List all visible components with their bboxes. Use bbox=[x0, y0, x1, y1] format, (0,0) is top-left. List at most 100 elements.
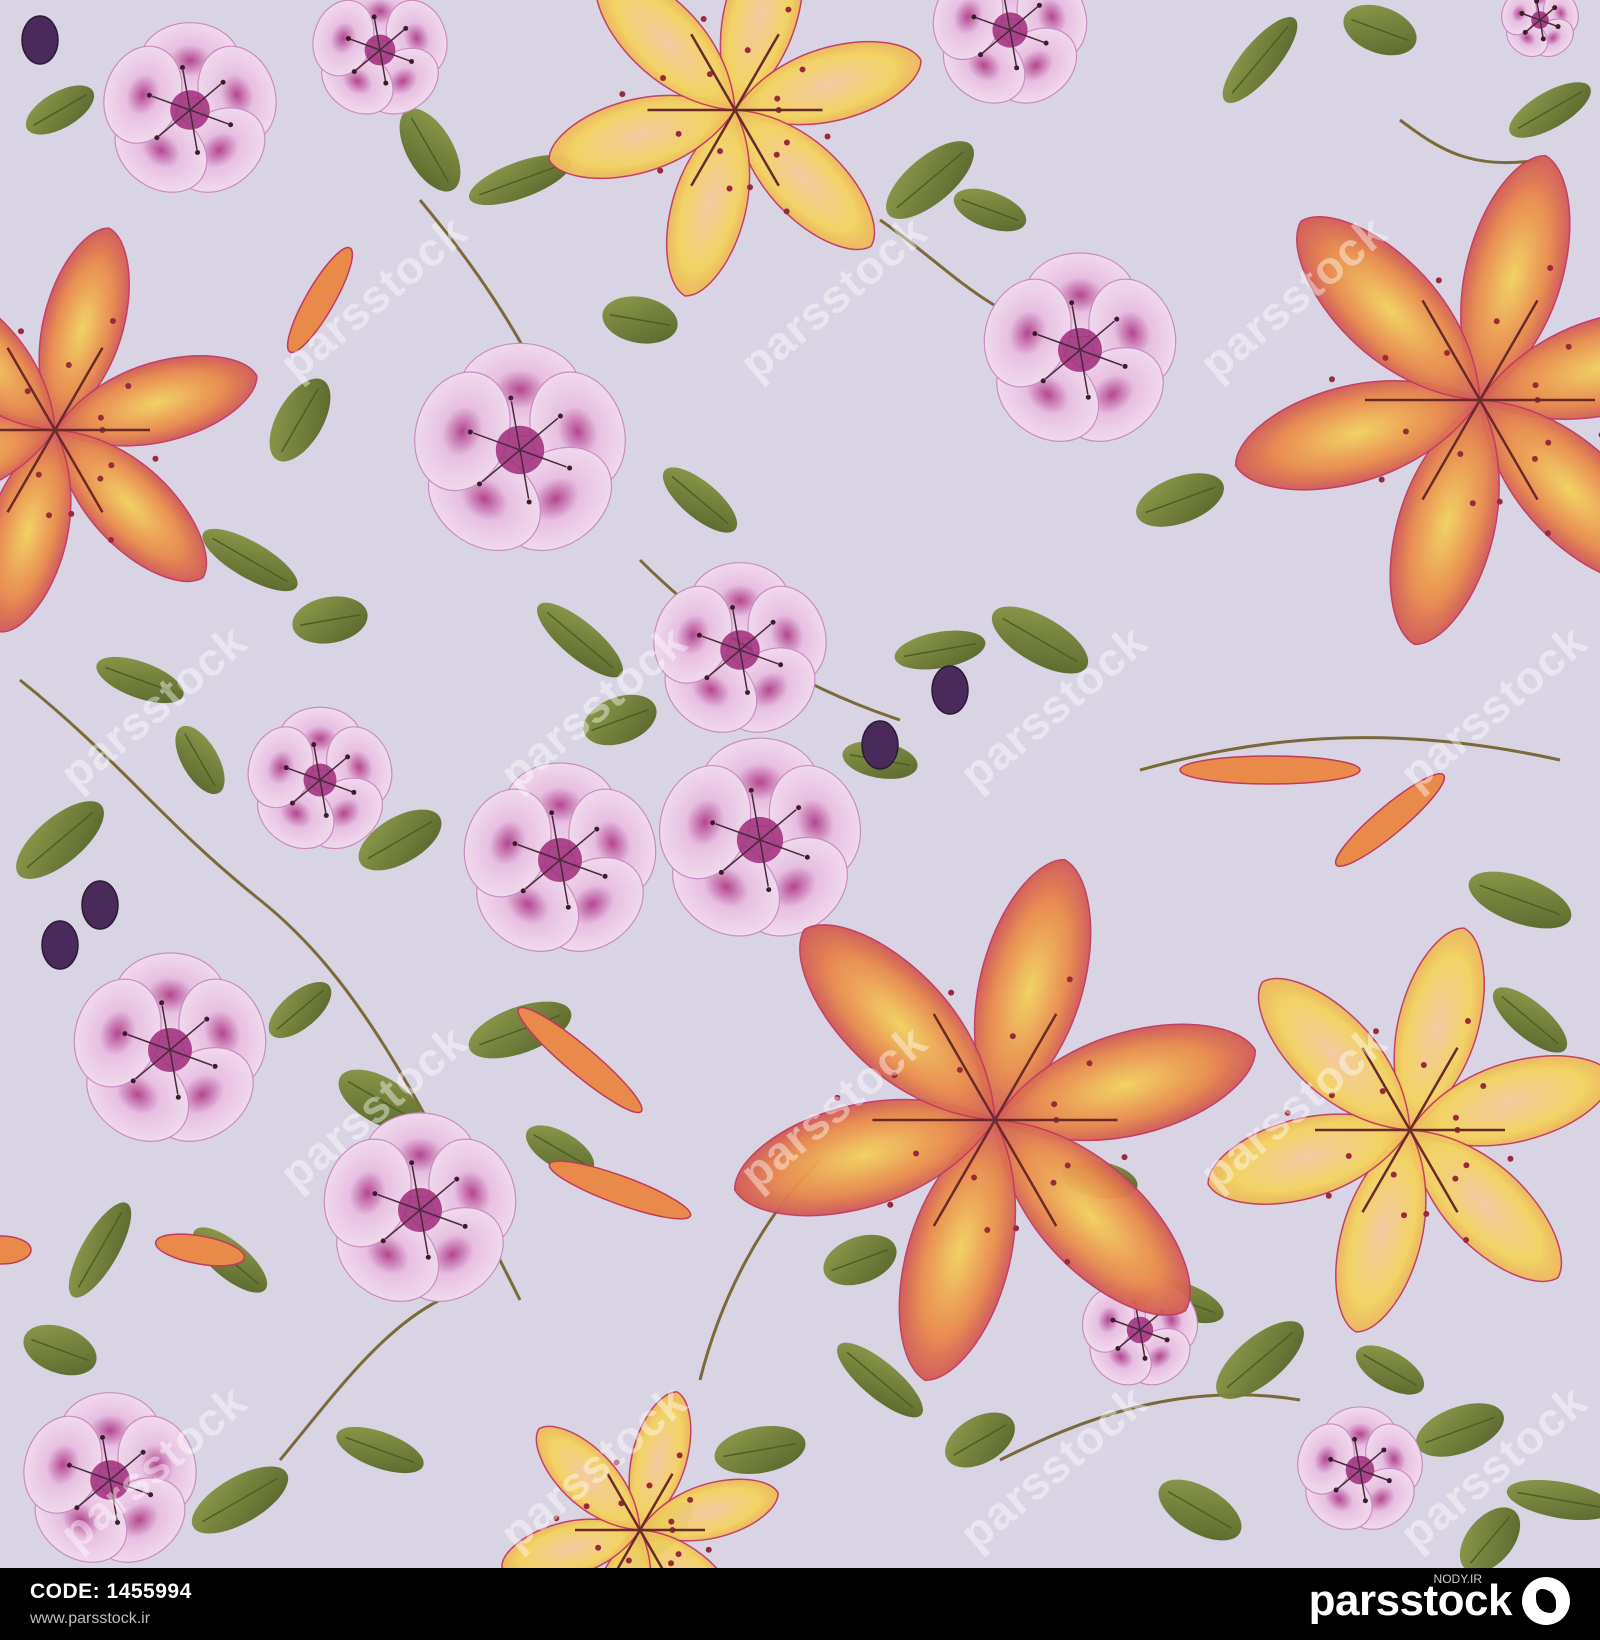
lily-spot bbox=[705, 1546, 712, 1553]
anther bbox=[1032, 331, 1038, 337]
lily-spot bbox=[1547, 264, 1554, 271]
lily-spot bbox=[747, 184, 754, 191]
anther bbox=[729, 604, 735, 610]
lily-spot bbox=[1469, 500, 1476, 507]
site-url: www.parsstock.ir bbox=[30, 1610, 151, 1627]
anther bbox=[311, 742, 317, 748]
anther bbox=[99, 1434, 105, 1440]
lily-spot bbox=[773, 151, 780, 158]
footer-info: CODE: 1455994 www.parsstock.ir bbox=[30, 1580, 192, 1628]
pink-flower bbox=[1501, 0, 1579, 58]
anther bbox=[345, 36, 351, 42]
anther bbox=[710, 820, 716, 826]
lily-spot bbox=[891, 1072, 898, 1079]
anther bbox=[778, 662, 784, 668]
lily-spot bbox=[700, 15, 707, 22]
pink-flower bbox=[983, 252, 1177, 442]
anther bbox=[146, 92, 152, 98]
anther bbox=[1362, 1498, 1368, 1504]
lily-spot bbox=[1493, 318, 1500, 325]
lily-spot bbox=[46, 512, 53, 519]
anther bbox=[557, 413, 563, 419]
lily-spot bbox=[1382, 354, 1389, 361]
anther bbox=[148, 1492, 154, 1498]
lily-spot bbox=[1423, 1210, 1430, 1217]
anther bbox=[477, 481, 483, 487]
purple-bud bbox=[21, 15, 59, 65]
lily-spot bbox=[1435, 277, 1442, 284]
anther bbox=[351, 69, 357, 75]
anther bbox=[372, 1191, 378, 1197]
pink-flower bbox=[414, 342, 626, 552]
anther bbox=[179, 64, 185, 70]
anther bbox=[971, 14, 977, 20]
anther bbox=[228, 122, 234, 128]
lily-spot bbox=[668, 1518, 675, 1525]
anther bbox=[289, 800, 295, 806]
floral-pattern-svg bbox=[0, 0, 1600, 1568]
leaf bbox=[1343, 4, 1417, 56]
anther bbox=[130, 1078, 136, 1084]
purple-bud bbox=[861, 720, 899, 770]
anther bbox=[403, 25, 409, 31]
lily-spot bbox=[583, 1503, 590, 1510]
brand-mark-icon bbox=[1522, 1577, 1570, 1625]
anther bbox=[454, 1176, 460, 1182]
lily-spot bbox=[1390, 1171, 1397, 1178]
lily-spot bbox=[1284, 1109, 1291, 1116]
anther bbox=[1519, 10, 1525, 16]
lily-flower bbox=[548, 0, 922, 297]
lily-spot bbox=[24, 388, 31, 395]
lily-spot bbox=[783, 208, 790, 215]
lily-spot bbox=[948, 989, 955, 996]
anther bbox=[1043, 40, 1049, 46]
lily-spot bbox=[1379, 1088, 1386, 1095]
pink-flower bbox=[23, 1392, 197, 1563]
lily-spot bbox=[1544, 530, 1551, 537]
anther bbox=[1110, 1317, 1116, 1323]
lily-spot bbox=[1531, 455, 1538, 462]
anther bbox=[380, 1238, 386, 1244]
lily-spot bbox=[595, 1544, 602, 1551]
anther bbox=[1069, 300, 1075, 306]
lily-spot bbox=[65, 361, 72, 368]
brand-logo: parsstock bbox=[1309, 1576, 1570, 1626]
lily-spot bbox=[1452, 1175, 1459, 1182]
anther bbox=[1085, 394, 1091, 400]
anther bbox=[383, 80, 389, 86]
lily-spot bbox=[1496, 498, 1503, 505]
anther bbox=[602, 873, 608, 879]
lily-spot bbox=[717, 148, 724, 155]
stem bbox=[999, 1393, 1301, 1462]
anther bbox=[512, 841, 518, 847]
lily-bud bbox=[286, 246, 354, 354]
lily-spot bbox=[726, 185, 733, 192]
lily-spot bbox=[1402, 428, 1409, 435]
anther bbox=[748, 787, 754, 793]
code-value: 1455994 bbox=[106, 1580, 192, 1603]
anther bbox=[718, 869, 724, 875]
lily-spot bbox=[1345, 1152, 1352, 1159]
footer-bar: CODE: 1455994 www.parsstock.ir NODY.IR p… bbox=[0, 1568, 1600, 1640]
lily-spot bbox=[774, 95, 781, 102]
lily-spot bbox=[553, 1515, 560, 1522]
lily-bud bbox=[1334, 772, 1446, 868]
anther bbox=[462, 1223, 468, 1229]
anther bbox=[508, 395, 514, 401]
lily-bud bbox=[517, 1006, 643, 1114]
anther bbox=[154, 135, 160, 141]
anther bbox=[1522, 29, 1528, 35]
leaf bbox=[1459, 1507, 1521, 1568]
lily-spot bbox=[97, 475, 104, 482]
lily-spot bbox=[1401, 1212, 1408, 1219]
lily-spot bbox=[1121, 1154, 1128, 1161]
lily-spot bbox=[785, 6, 792, 13]
lily-spot bbox=[676, 1452, 683, 1459]
anther bbox=[1114, 316, 1120, 322]
anther bbox=[704, 675, 710, 681]
image-code: CODE: 1455994 bbox=[30, 1580, 192, 1604]
lily-bud bbox=[548, 1160, 692, 1220]
anther bbox=[1115, 1346, 1121, 1352]
anther bbox=[804, 854, 810, 860]
lily-spot bbox=[660, 74, 667, 81]
